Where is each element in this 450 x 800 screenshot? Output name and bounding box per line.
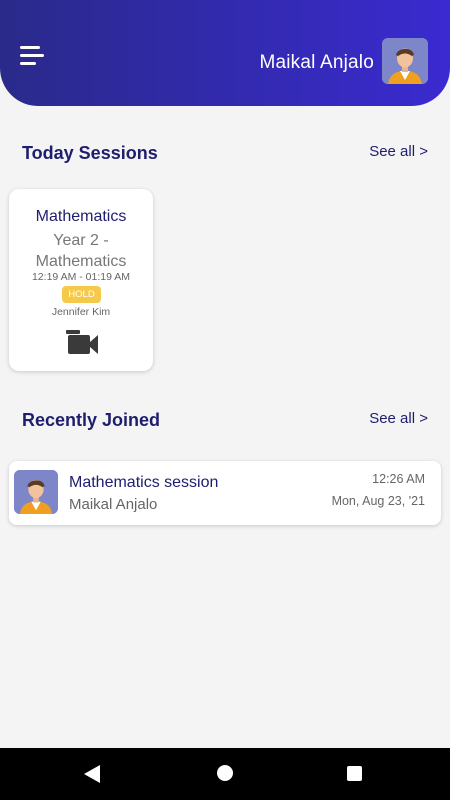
avatar[interactable]: [382, 38, 428, 84]
recent-session-date: Mon, Aug 23, '21: [331, 494, 425, 508]
user-name: Maikal Anjalo: [259, 52, 374, 73]
avatar: [14, 470, 58, 514]
video-camera-icon[interactable]: [64, 328, 100, 356]
today-sessions-see-all-link[interactable]: See all >: [369, 143, 428, 160]
status-badge: HOLD: [62, 286, 101, 303]
app-header: Maikal Anjalo: [0, 0, 450, 106]
session-card[interactable]: Mathematics Year 2 - Mathematics 12:19 A…: [9, 189, 153, 371]
today-sessions-title: Today Sessions: [22, 143, 158, 163]
session-time: 12:19 AM - 01:19 AM: [31, 271, 131, 283]
back-icon[interactable]: [84, 765, 100, 783]
recent-session-name: Maikal Anjalo: [69, 496, 158, 513]
recently-joined-see-all-link[interactable]: See all >: [369, 410, 428, 427]
recently-joined-title: Recently Joined: [22, 410, 161, 430]
home-icon[interactable]: [217, 765, 233, 781]
list-item[interactable]: Mathematics session Maikal Anjalo 12:26 …: [9, 461, 441, 525]
menu-icon[interactable]: [20, 44, 46, 70]
recent-session-time: 12:26 AM: [372, 472, 425, 486]
recent-session-title: Mathematics session: [69, 474, 219, 491]
session-subject: Mathematics: [35, 208, 127, 225]
system-nav-bar: [0, 748, 450, 800]
session-title: Year 2 - Mathematics: [35, 232, 127, 270]
recents-icon[interactable]: [347, 766, 362, 781]
session-teacher: Jennifer Kim: [51, 306, 111, 318]
